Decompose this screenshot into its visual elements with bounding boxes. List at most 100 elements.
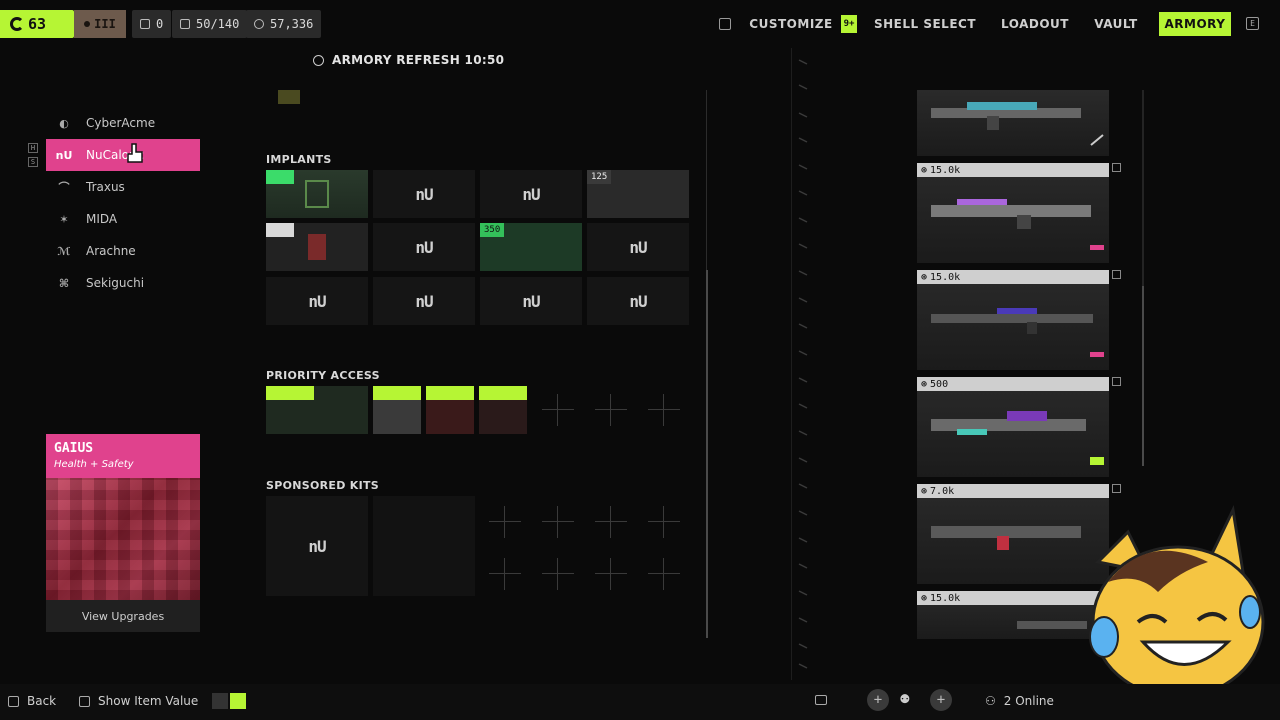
squad-icon[interactable]: ⚉ bbox=[900, 688, 922, 710]
weapon-image bbox=[931, 411, 1086, 435]
nucaloric-logo-icon: nU bbox=[415, 237, 433, 257]
weapon-price-value: 7.0k bbox=[930, 485, 955, 497]
sponsor-card-header: GAIUS Health + Safety bbox=[46, 434, 200, 478]
hint-key-s: S bbox=[28, 157, 38, 167]
compare-icon[interactable] bbox=[1112, 484, 1121, 493]
cyberacme-logo-icon: ◐ bbox=[59, 116, 69, 130]
show-item-value-toggle[interactable]: Show Item Value bbox=[79, 694, 198, 708]
implant-slot[interactable]: nU bbox=[373, 277, 475, 325]
nav-shell-select-label: SHELL SELECT bbox=[873, 17, 977, 31]
level-icon bbox=[10, 17, 24, 31]
sponsored-kits-heading: SPONSORED KITS bbox=[266, 479, 380, 492]
view-upgrades-button[interactable]: View Upgrades bbox=[46, 600, 200, 632]
compare-icon[interactable] bbox=[1112, 270, 1121, 279]
sidebar-item-traxus[interactable]: ⌒ Traxus bbox=[46, 171, 200, 203]
empty-slot-plus-icon bbox=[538, 390, 578, 430]
implant-slot[interactable]: nU bbox=[480, 277, 582, 325]
nav-armory-label: ARMORY bbox=[1164, 17, 1226, 31]
sponsor-card-title: GAIUS bbox=[54, 441, 94, 456]
implant-slot[interactable] bbox=[266, 223, 368, 271]
weapon-card[interactable]: ⊛ 15.0k bbox=[917, 163, 1121, 263]
rank-dot-icon bbox=[84, 21, 91, 27]
priority-slot[interactable] bbox=[373, 386, 421, 434]
weapon-card[interactable] bbox=[917, 90, 1109, 156]
nav-armory[interactable]: ARMORY bbox=[1159, 12, 1231, 36]
switch-off bbox=[212, 693, 228, 709]
nucaloric-logo-icon: nU bbox=[308, 291, 326, 311]
implant-slot[interactable]: nU bbox=[373, 170, 475, 218]
weapon-price-value: 15.0k bbox=[930, 271, 961, 283]
implant-slot[interactable]: nU bbox=[373, 223, 475, 271]
online-label: 2 Online bbox=[1003, 694, 1054, 708]
screenshot-icon[interactable] bbox=[719, 18, 731, 30]
sidebar-item-cyberacme[interactable]: ◐ CyberAcme bbox=[46, 107, 200, 139]
weapons-scroll-thumb[interactable] bbox=[1142, 286, 1144, 466]
nav-loadout[interactable]: LOADOUT bbox=[994, 12, 1076, 36]
center-scroll-thumb[interactable] bbox=[706, 270, 708, 638]
vault-capacity: 50/140 bbox=[172, 10, 248, 38]
nav-loadout-label: LOADOUT bbox=[1001, 17, 1069, 31]
credits-icon: ⊛ bbox=[921, 485, 928, 497]
arachne-logo-icon: ℳ bbox=[57, 244, 71, 258]
implant-slot[interactable]: nU bbox=[587, 277, 689, 325]
add-friend-button[interactable]: + bbox=[867, 689, 889, 711]
sidebar-item-label: Arachne bbox=[86, 244, 136, 258]
nav-shell-select[interactable]: SHELL SELECT bbox=[866, 12, 984, 36]
key-hint-label: E bbox=[1250, 19, 1255, 28]
mida-logo-icon: ✶ bbox=[59, 212, 69, 226]
compare-icon[interactable] bbox=[1112, 163, 1121, 172]
implant-slot[interactable]: nU bbox=[587, 223, 689, 271]
sidebar-item-mida[interactable]: ✶ MIDA bbox=[46, 203, 200, 235]
sidebar-item-sekiguchi[interactable]: ⌘ Sekiguchi bbox=[46, 267, 200, 299]
sekiguchi-logo-icon: ⌘ bbox=[58, 276, 70, 290]
price-value: 125 bbox=[591, 172, 608, 182]
compare-icon[interactable] bbox=[1112, 377, 1121, 386]
weapon-price: ⊛ 500 bbox=[917, 377, 1109, 391]
stat-zero-value: 0 bbox=[156, 17, 164, 31]
sponsored-kits-grid: nU bbox=[266, 496, 696, 596]
attachment-icon bbox=[1090, 134, 1104, 146]
empty-slot-plus-icon bbox=[485, 502, 525, 542]
price-tag: 350 bbox=[480, 223, 505, 237]
nav-customize[interactable]: CUSTOMIZE bbox=[744, 12, 838, 36]
kit-slot[interactable] bbox=[373, 496, 475, 596]
sponsor-portrait bbox=[46, 478, 200, 600]
add-friend-button-2[interactable]: + bbox=[930, 689, 952, 711]
implants-grid: nU nU 125 nU 350 nU nU nU nU nU bbox=[266, 170, 696, 330]
stack-icon bbox=[180, 19, 190, 29]
traxus-logo-icon: ⌒ bbox=[58, 181, 70, 194]
implant-slot[interactable]: 125 bbox=[587, 170, 689, 218]
implant-slot[interactable]: 350 bbox=[480, 223, 582, 271]
chat-icon[interactable] bbox=[815, 695, 827, 705]
rank-glyph: III bbox=[94, 17, 116, 31]
level-value: 63 bbox=[28, 15, 47, 33]
item-value-switch[interactable] bbox=[212, 693, 248, 709]
priority-slot[interactable] bbox=[426, 386, 474, 434]
sidebar-item-label: MIDA bbox=[86, 212, 118, 226]
sidebar-item-nucaloric[interactable]: nU NuCaloric bbox=[46, 139, 200, 171]
priority-slot[interactable] bbox=[479, 386, 527, 434]
implant-slot[interactable]: nU bbox=[266, 277, 368, 325]
back-label: Back bbox=[27, 694, 57, 708]
empty-slot-plus-icon bbox=[644, 390, 684, 430]
online-count[interactable]: ⚇ 2 Online bbox=[985, 694, 1054, 708]
hint-key-h-label: H bbox=[30, 144, 36, 152]
plus-icon: + bbox=[873, 692, 883, 708]
sidebar-item-arachne[interactable]: ℳ Arachne bbox=[46, 235, 200, 267]
weapon-price: ⊛ 7.0k bbox=[917, 484, 1109, 498]
nav-vault[interactable]: VAULT bbox=[1086, 12, 1146, 36]
priority-slot[interactable] bbox=[266, 386, 368, 434]
nav-customize-label: CUSTOMIZE bbox=[749, 17, 833, 31]
kit-slot[interactable]: nU bbox=[266, 496, 368, 596]
credits-icon bbox=[254, 19, 264, 29]
show-item-value-label: Show Item Value bbox=[98, 694, 199, 708]
implant-slot[interactable]: nU bbox=[480, 170, 582, 218]
back-button[interactable]: Back bbox=[8, 694, 56, 708]
sponsor-card[interactable]: GAIUS Health + Safety View Upgrades bbox=[46, 434, 200, 632]
weapon-card[interactable]: ⊛ 500 bbox=[917, 377, 1121, 477]
implant-slot[interactable] bbox=[266, 170, 368, 218]
panel-divider bbox=[791, 48, 792, 680]
weapon-card[interactable]: ⊛ 15.0k bbox=[917, 270, 1121, 370]
price-tag: 125 bbox=[587, 170, 612, 184]
box-icon bbox=[140, 19, 150, 29]
